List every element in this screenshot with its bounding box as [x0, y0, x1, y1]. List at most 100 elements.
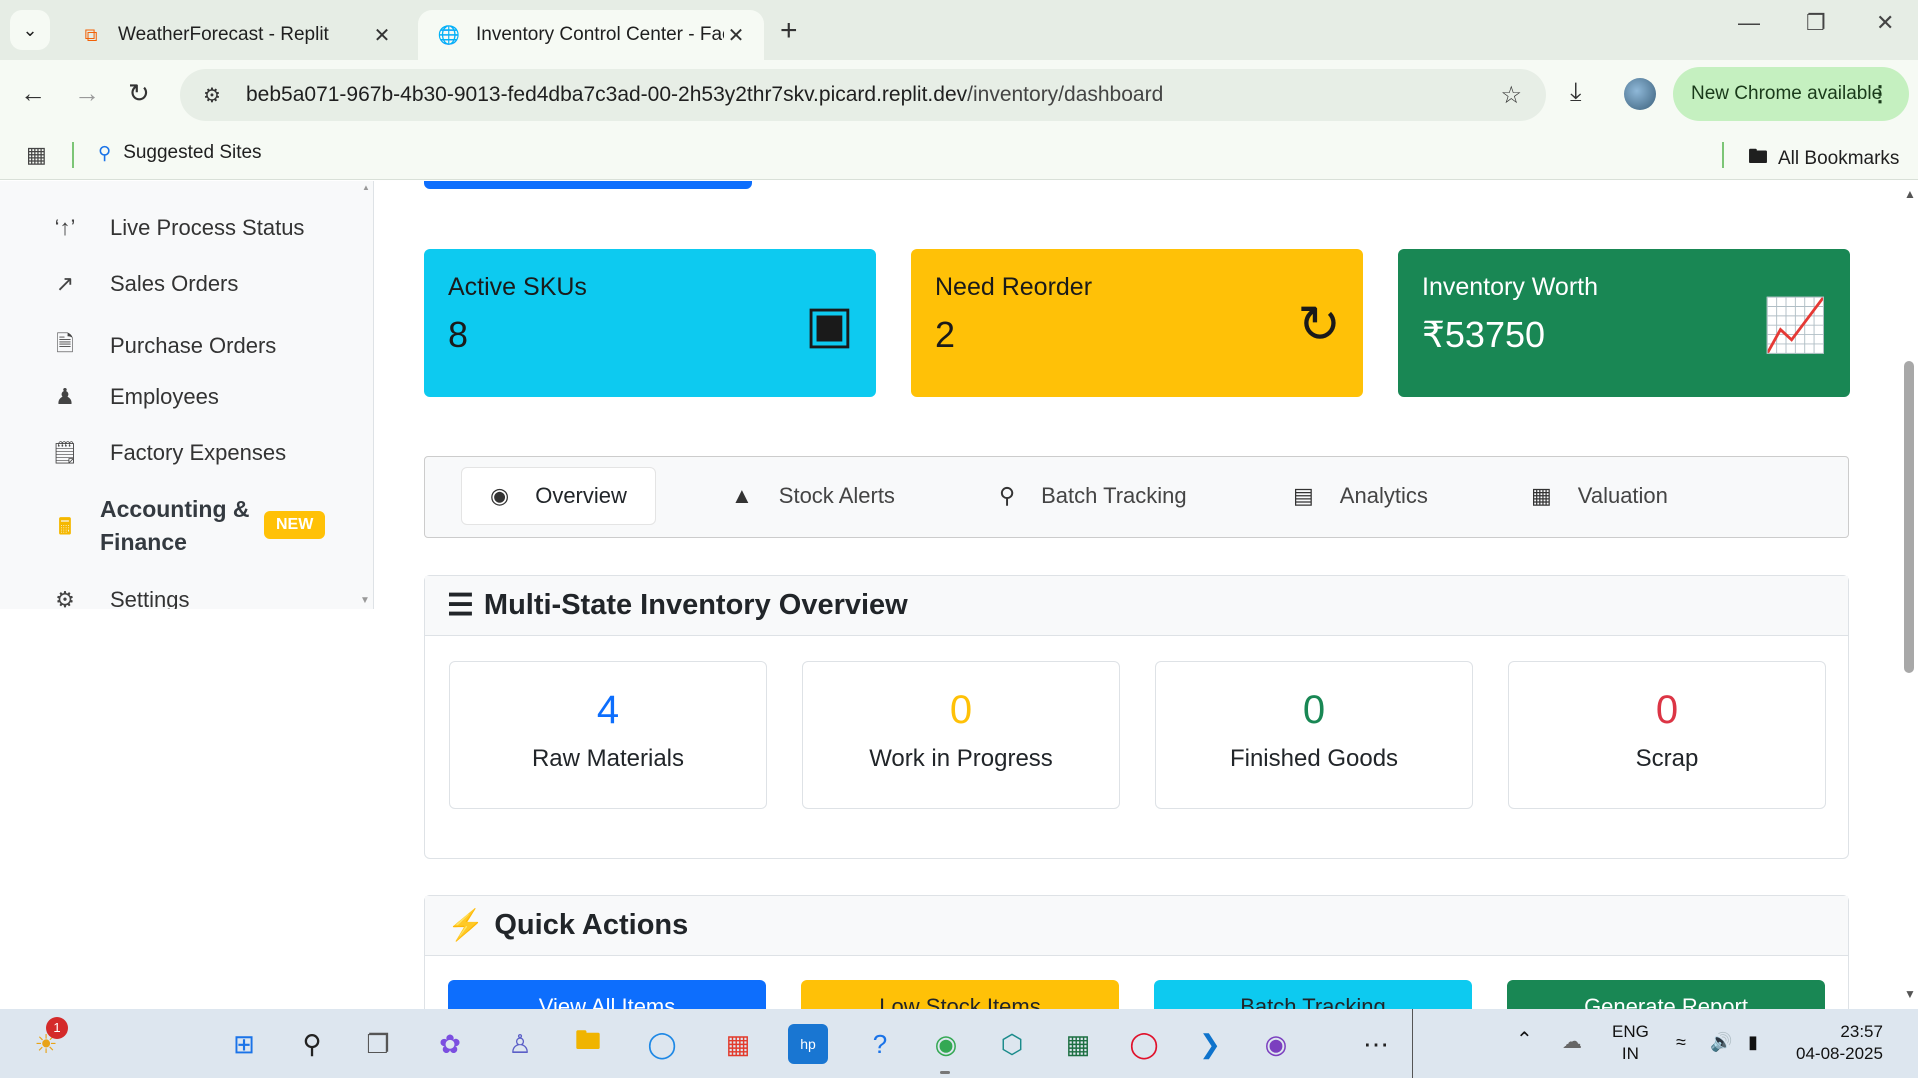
volume-icon[interactable]: 🔊	[1710, 1031, 1732, 1053]
tab-overview[interactable]: ◉ Overview	[461, 467, 656, 525]
tab-search-button[interactable]: ⌄	[10, 10, 50, 50]
browser-tab-weather[interactable]: ⧉ WeatherForecast - Replit ✕	[60, 10, 410, 60]
state-value: 4	[596, 688, 620, 732]
all-bookmarks-button[interactable]: 🖿 All Bookmarks	[1748, 142, 1899, 176]
scroll-up-icon[interactable]: ▲	[1904, 187, 1916, 201]
scroll-down-icon[interactable]: ▼	[1904, 987, 1916, 1001]
apps-grid-icon[interactable]: ▦	[26, 142, 47, 168]
reload-icon[interactable]: ↻	[128, 78, 150, 109]
profile-avatar[interactable]	[1624, 78, 1656, 110]
users-icon: ♟	[55, 384, 75, 409]
github-icon[interactable]: ◉	[1256, 1024, 1296, 1064]
sidebar: ▲ ‘↑’ Live Process Status ↗ Sales Orders…	[0, 181, 374, 609]
download-icon[interactable]: ⤓	[1570, 76, 1582, 108]
taskbar: ☀ 1 ⊞ ⚲ ❐ ✿ ♙ 🖿 ◯ ▦ hp ? ◉ ⬡ ▦ ◯ ❯ ◉ ⋯ ⌃…	[0, 1009, 1918, 1078]
panel-header: ☰ Multi-State Inventory Overview	[425, 576, 1848, 636]
search-icon: ⚲	[98, 142, 112, 163]
panel-header: ⚡ Quick Actions	[425, 896, 1848, 956]
calculator-icon: ▦	[1531, 483, 1552, 508]
microsoft-store-icon[interactable]: ▦	[718, 1024, 758, 1064]
onedrive-icon[interactable]: ☁	[1562, 1031, 1582, 1053]
replit-icon: ⧉	[84, 24, 98, 45]
task-view-icon[interactable]: ❐	[358, 1024, 398, 1064]
file-explorer-icon[interactable]: 🖿	[568, 1024, 608, 1064]
stat-card-active-skus: Active SKUs 8 ▣	[424, 249, 876, 397]
close-icon[interactable]: ✕	[370, 23, 394, 48]
address-bar[interactable]: ⚙ beb5a071-967b-4b30-9013-fed4dba7c3ad-0…	[180, 69, 1546, 121]
chevron-up-icon[interactable]: ⌃	[1516, 1029, 1533, 1051]
eye-icon: ◉	[490, 483, 510, 508]
tab-analytics[interactable]: ▤ Analytics	[1293, 467, 1428, 525]
copilot-icon[interactable]: ✿	[430, 1024, 470, 1064]
multi-state-overview-panel: ☰ Multi-State Inventory Overview 4 Raw M…	[424, 575, 1849, 859]
bookmark-star-icon[interactable]: ☆	[1500, 81, 1522, 110]
header-button-edge[interactable]	[424, 181, 752, 189]
window-close-icon[interactable]: ✕	[1876, 10, 1894, 36]
low-stock-items-button[interactable]: Low Stock Items	[801, 980, 1119, 1009]
vscode-icon[interactable]: ❯	[1190, 1024, 1230, 1064]
more-apps-icon[interactable]: ⋯	[1356, 1024, 1396, 1064]
new-tab-button[interactable]: +	[780, 14, 798, 48]
state-label: Scrap	[1635, 745, 1699, 772]
wifi-icon[interactable]: ≈	[1676, 1031, 1686, 1053]
teams-icon[interactable]: ♙	[500, 1024, 540, 1064]
restore-icon[interactable]: ❐	[1806, 10, 1826, 36]
excel-icon[interactable]: ▦	[1058, 1024, 1098, 1064]
minimize-icon[interactable]: —	[1738, 10, 1760, 36]
back-icon[interactable]: ←	[20, 78, 46, 109]
page-scrollbar[interactable]: ▲ ▼	[1900, 181, 1918, 1009]
battery-icon[interactable]: ▮	[1748, 1031, 1758, 1053]
scroll-up-icon[interactable]: ▲	[362, 183, 370, 192]
view-all-items-button[interactable]: View All Items	[448, 980, 766, 1009]
divider	[1722, 142, 1724, 168]
sidebar-item-live-process-status[interactable]: ‘↑’ Live Process Status	[50, 215, 305, 241]
tab-title: WeatherForecast - Replit	[118, 24, 329, 45]
browser-tab-inventory[interactable]: 🌐 Inventory Control Center - Factory ✕	[418, 10, 764, 60]
file-invoice-icon: 🗎	[56, 331, 74, 356]
windows-start-icon[interactable]: ⊞	[224, 1024, 264, 1064]
chart-line-icon: 📈	[1763, 297, 1828, 355]
sidebar-item-purchase-orders[interactable]: 🗎 Purchase Orders	[50, 327, 276, 365]
sidebar-item-settings[interactable]: ⚙ Settings	[50, 587, 189, 609]
chrome-update-button[interactable]: New Chrome available ⋮	[1673, 67, 1909, 121]
inventory-tabs: ◉ Overview ▲ Stock Alerts ⚲ Batch Tracki…	[424, 456, 1849, 538]
clock[interactable]: 23:57 04-08-2025	[1796, 1021, 1883, 1065]
cursor-app-icon[interactable]: ⬡	[992, 1024, 1032, 1064]
help-icon[interactable]: ?	[860, 1024, 900, 1064]
edge-icon[interactable]: ◯	[642, 1024, 682, 1064]
scroll-down-icon[interactable]: ▼	[360, 595, 370, 606]
myhp-icon[interactable]: hp	[788, 1024, 828, 1064]
chrome-icon[interactable]: ◉	[926, 1024, 966, 1064]
sidebar-item-accounting-finance[interactable]: 🖩 Accounting & Finance	[50, 493, 249, 559]
scrollbar-thumb[interactable]	[1904, 361, 1914, 673]
generate-report-button[interactable]: Generate Report	[1507, 980, 1825, 1009]
stat-card-need-reorder: Need Reorder 2 ↻	[911, 249, 1363, 397]
bookmark-suggested-sites[interactable]: ⚲ Suggested Sites	[98, 142, 262, 164]
state-raw-materials: 4 Raw Materials	[449, 661, 767, 809]
sidebar-item-factory-expenses[interactable]: 🗒 Factory Expenses	[50, 440, 286, 466]
chevron-down-icon: ⌄	[22, 19, 38, 40]
sidebar-item-employees[interactable]: ♟ Employees	[50, 384, 219, 410]
close-icon[interactable]: ✕	[724, 23, 748, 48]
url-text: beb5a071-967b-4b30-9013-fed4dba7c3ad-00-…	[246, 83, 1164, 106]
state-label: Finished Goods	[1229, 745, 1399, 772]
tab-stock-alerts[interactable]: ▲ Stock Alerts	[731, 467, 895, 525]
stat-value: 2	[935, 314, 956, 355]
forward-icon[interactable]: →	[74, 78, 100, 109]
divider	[72, 142, 74, 168]
tab-title: Inventory Control Center - Factory	[476, 24, 724, 45]
box-icon: ▣	[804, 296, 854, 354]
batch-tracking-button[interactable]: Batch Tracking	[1154, 980, 1472, 1009]
opera-icon[interactable]: ◯	[1124, 1024, 1164, 1064]
layers-icon: ☰	[447, 589, 474, 622]
state-value: 0	[949, 688, 973, 732]
tab-batch-tracking[interactable]: ⚲ Batch Tracking	[999, 467, 1187, 525]
search-icon[interactable]: ⚲	[292, 1024, 332, 1064]
tab-valuation[interactable]: ▦ Valuation	[1531, 467, 1668, 525]
bookmarks-bar: ▦ ⚲ Suggested Sites 🖿 All Bookmarks	[0, 130, 1918, 180]
sidebar-item-sales-orders[interactable]: ↗ Sales Orders	[50, 271, 239, 297]
state-value: 0	[1655, 688, 1679, 732]
site-settings-icon[interactable]: ⚙	[198, 83, 226, 108]
language-indicator[interactable]: ENG IN	[1612, 1021, 1649, 1065]
state-scrap: 0 Scrap	[1508, 661, 1826, 809]
